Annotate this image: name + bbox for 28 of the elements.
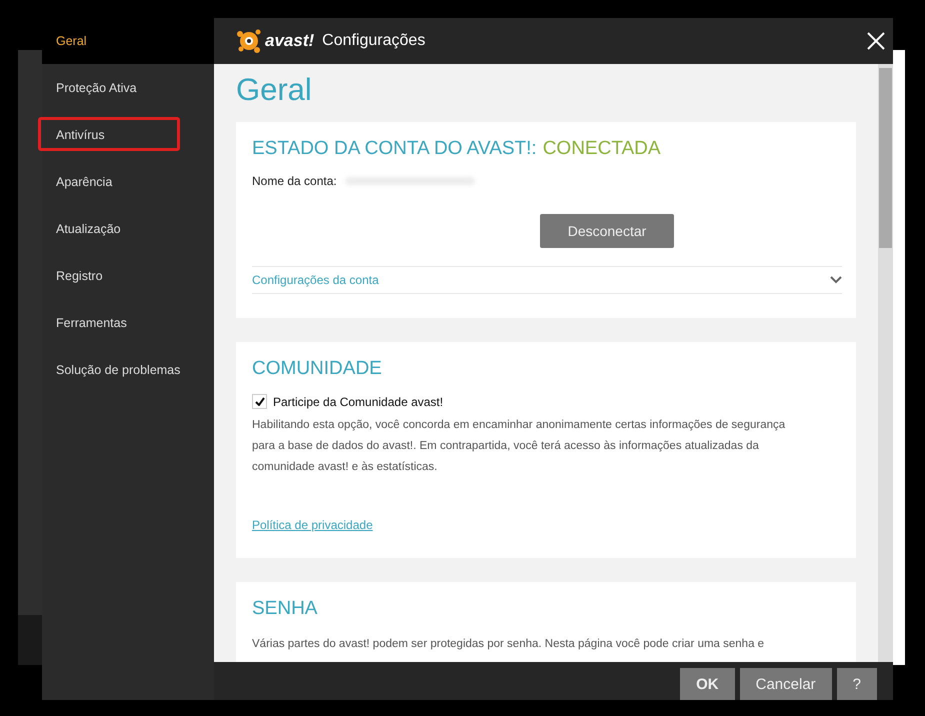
sidebar-item[interactable]: Proteção Ativa <box>42 64 214 111</box>
chevron-down-icon <box>830 276 842 284</box>
close-icon[interactable] <box>867 32 885 50</box>
window-title: Configurações <box>322 32 426 50</box>
sidebar-item[interactable]: Geral <box>42 18 214 64</box>
description-text: Várias partes do avast! podem ser protegidas por senha. Nesta página você pode criar uma senha e <box>252 637 766 652</box>
sidebar-item[interactable]: Aparência <box>42 158 214 205</box>
section-heading: SENHA <box>252 598 318 620</box>
section-heading: COMUNIDADE <box>252 358 383 380</box>
checkbox[interactable] <box>252 394 267 409</box>
splat-logo-icon <box>236 28 262 54</box>
scrollbar[interactable] <box>878 64 893 662</box>
field-label: Nome da conta: <box>252 174 337 188</box>
checkbox-label[interactable]: Participe da Comunidade avast! <box>273 394 444 408</box>
description-text: Habilitando esta opção, você concorda em encaminhar anonimamente certas informações de segurança para a base de dados do avast!. Em contrapartida, você terá acesso às informações atualizadas da comunidade avast! e às estatísticas. <box>252 418 786 475</box>
footer-button[interactable]: ? <box>836 668 877 700</box>
section-heading: ESTADO DA CONTA DO AVAST!: <box>252 138 537 159</box>
sidebar-item[interactable]: Atualização <box>42 205 214 252</box>
page-title: Geral <box>236 72 313 108</box>
sidebar-item[interactable]: Registro <box>42 252 214 299</box>
sidebar-item[interactable]: Solução de problemas <box>42 346 214 393</box>
disconnect-button[interactable]: Desconectar <box>540 214 674 248</box>
connection-status: CONECTADA <box>542 138 661 159</box>
footer-button[interactable]: Cancelar <box>740 668 832 700</box>
logo-text: avast! <box>265 31 314 51</box>
sidebar-item[interactable]: Ferramentas <box>42 299 214 346</box>
ok-button[interactable]: OK <box>680 668 735 700</box>
sidebar-item[interactable]: Antivírus <box>42 111 214 158</box>
